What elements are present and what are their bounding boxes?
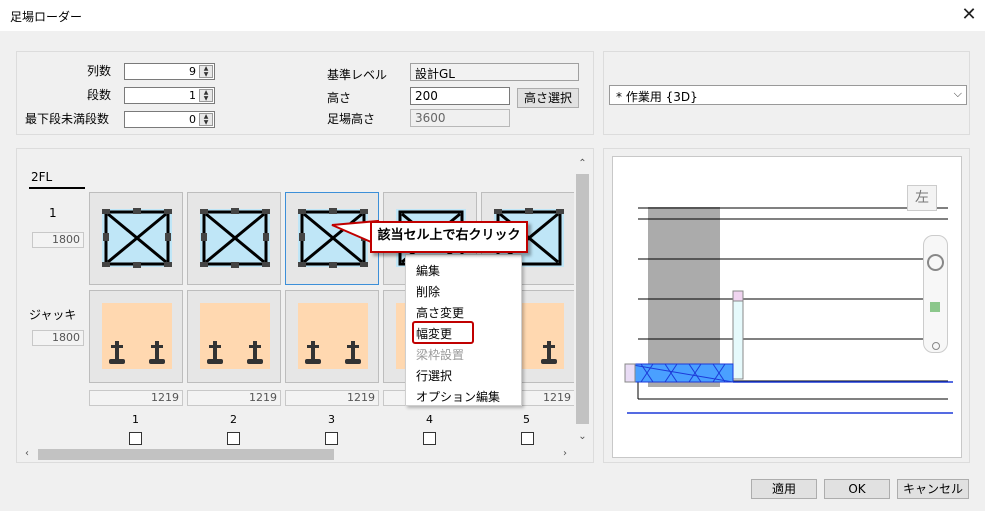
scaffold-frame-icon [100, 203, 174, 273]
menu-item-edit[interactable]: 編集 [416, 262, 440, 279]
height-input[interactable]: 200 [410, 87, 510, 105]
column-number-2: 2 [230, 413, 237, 426]
context-menu: 編集 削除 高さ変更 幅変更 梁枠設置 行選択 オプション編集 [405, 254, 522, 406]
bottom-partial-stepper[interactable]: 0 ▲ ▼ [124, 111, 215, 128]
jack-cell[interactable] [89, 290, 183, 383]
base-level-label: 基準レベル [327, 68, 388, 82]
title-bar: 足場ローダー ✕ [0, 0, 985, 31]
rows-stepper[interactable]: 1 ▲ ▼ [124, 87, 215, 104]
scroll-up-icon[interactable]: ⌃ [574, 158, 591, 169]
zoom-icon[interactable] [930, 302, 940, 312]
height-select-button[interactable]: 高さ選択 [517, 88, 579, 108]
column-checkbox-5[interactable] [521, 432, 534, 445]
row-height-jack: 1800 [32, 330, 84, 346]
scaffold-frame-icon [198, 203, 272, 273]
tab-2fl[interactable]: 2FL [31, 170, 52, 184]
settings-icon[interactable] [932, 342, 940, 350]
scaffold-height-field: 3600 [410, 109, 510, 127]
jack-cell[interactable] [187, 290, 281, 383]
scaffold-height-label: 足場高さ [327, 112, 376, 126]
horizontal-scrollbar[interactable]: ‹ › [18, 446, 574, 462]
scroll-down-icon[interactable]: ⌄ [574, 431, 591, 442]
column-number-1: 1 [132, 413, 139, 426]
scroll-right-icon[interactable]: › [559, 448, 571, 459]
preview-panel: 左 [603, 148, 970, 463]
frame-cell[interactable] [89, 192, 183, 285]
menu-item-beam-frame: 梁枠設置 [416, 348, 465, 362]
tab-underline [29, 187, 85, 189]
column-width-2: 1219 [187, 390, 281, 406]
stepper-arrows-icon[interactable]: ▲ ▼ [199, 89, 213, 102]
menu-item-change-width[interactable]: 幅変更 [416, 325, 452, 342]
frame-cell[interactable] [187, 192, 281, 285]
horizontal-scroll-thumb[interactable] [38, 449, 334, 460]
apply-button[interactable]: 適用 [751, 479, 817, 499]
bottom-partial-value: 0 [189, 113, 196, 126]
instruction-callout: 該当セル上で右クリック [370, 221, 528, 253]
column-checkbox-1[interactable] [129, 432, 142, 445]
column-width-1: 1219 [89, 390, 183, 406]
columns-value: 9 [189, 65, 196, 78]
scroll-left-icon[interactable]: ‹ [21, 448, 33, 459]
view-panel: * 作業用 {3D} ⌵ [603, 51, 970, 135]
row-label-jack: ジャッキ [29, 308, 77, 322]
jack-cell[interactable] [285, 290, 379, 383]
menu-item-select-row[interactable]: 行選択 [416, 367, 452, 384]
column-number-3: 3 [328, 413, 335, 426]
navigation-bar[interactable] [923, 235, 948, 353]
column-number-5: 5 [523, 413, 530, 426]
jack-base-icon [100, 301, 174, 371]
column-width-3: 1219 [285, 390, 379, 406]
menu-item-delete[interactable]: 削除 [416, 283, 440, 300]
preview-canvas[interactable]: 左 [612, 156, 962, 458]
bottom-partial-label: 最下段未満段数 [25, 112, 110, 126]
ok-button[interactable]: OK [824, 479, 890, 499]
rows-value: 1 [189, 89, 196, 102]
stepper-arrows-icon[interactable]: ▲ ▼ [199, 113, 213, 126]
close-icon[interactable]: ✕ [958, 4, 980, 26]
rows-label: 段数 [87, 88, 112, 102]
vertical-scroll-thumb[interactable] [576, 174, 589, 424]
menu-item-change-height[interactable]: 高さ変更 [416, 304, 464, 321]
column-checkbox-4[interactable] [423, 432, 436, 445]
view-select-value: * 作業用 {3D} [616, 90, 698, 104]
height-label: 高さ [327, 91, 352, 105]
row-height-1: 1800 [32, 232, 84, 248]
columns-stepper[interactable]: 9 ▲ ▼ [124, 63, 215, 80]
chevron-down-icon: ⌵ [953, 87, 962, 100]
row-label-1: 1 [49, 206, 57, 220]
vertical-scrollbar[interactable]: ⌃ ⌄ [574, 156, 591, 446]
jack-base-icon [198, 301, 272, 371]
settings-panel: 列数 9 ▲ ▼ 段数 1 ▲ ▼ 最下段未満段数 0 ▲ ▼ 基準レベル 設計GL … [16, 51, 594, 135]
jack-base-icon [296, 301, 370, 371]
column-checkbox-3[interactable] [325, 432, 338, 445]
view-cube-left[interactable]: 左 [907, 185, 937, 211]
columns-label: 列数 [87, 64, 112, 78]
base-level-field: 設計GL [410, 63, 579, 81]
window-title: 足場ローダー [10, 10, 83, 24]
menu-item-option-edit[interactable]: オプション編集 [416, 388, 500, 405]
cancel-button[interactable]: キャンセル [897, 479, 969, 499]
column-checkbox-2[interactable] [227, 432, 240, 445]
stepper-arrows-icon[interactable]: ▲ ▼ [199, 65, 213, 78]
steering-wheel-icon[interactable] [927, 254, 944, 271]
column-number-4: 4 [426, 413, 433, 426]
view-select[interactable]: * 作業用 {3D} ⌵ [609, 85, 967, 105]
